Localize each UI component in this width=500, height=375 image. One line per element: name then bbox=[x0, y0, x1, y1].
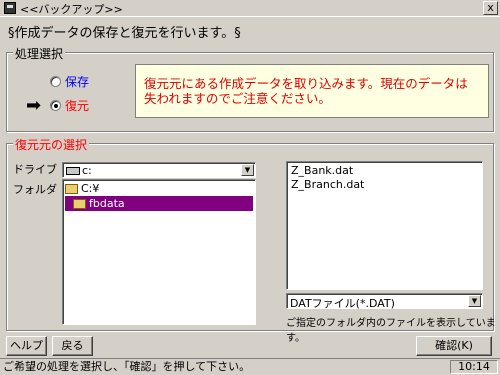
backup-window: <<バックアップ>> x §作成データの保存と復元を行います。§ 処理選択 保存… bbox=[0, 0, 500, 375]
status-message: ご希望の処理を選択し、「確認」を押して下さい。 bbox=[3, 360, 251, 373]
file-item[interactable]: Z_Branch.dat bbox=[291, 178, 364, 192]
title-bar: <<バックアップ>> x bbox=[0, 0, 500, 17]
app-icon bbox=[4, 2, 16, 14]
radio-save[interactable]: 保存 bbox=[50, 73, 89, 90]
radio-restore[interactable]: 復元 bbox=[50, 97, 89, 114]
radio-restore-circle[interactable] bbox=[50, 100, 61, 111]
process-group-title: 処理選択 bbox=[13, 45, 66, 62]
close-button[interactable]: x bbox=[483, 1, 498, 15]
folder-open-icon bbox=[73, 199, 86, 209]
status-time: 10:14 bbox=[450, 360, 498, 374]
window-title: <<バックアップ>> bbox=[20, 3, 123, 16]
folder-item-label: fbdata bbox=[89, 197, 125, 210]
chevron-down-icon[interactable]: ▼ bbox=[241, 164, 254, 176]
filetype-value: DATファイル(*.DAT) bbox=[290, 297, 395, 310]
restore-group-title: 復元元の選択 bbox=[13, 136, 90, 153]
file-list[interactable]: Z_Bank.dat Z_Branch.dat bbox=[286, 161, 483, 290]
chevron-down-icon[interactable]: ▼ bbox=[468, 295, 481, 307]
confirm-button[interactable]: 確認(K) bbox=[416, 336, 492, 356]
drive-select[interactable]: c: ▼ bbox=[62, 162, 256, 178]
drive-label: ドライブ bbox=[13, 163, 57, 176]
status-bar: ご希望の処理を選択し、「確認」を押して下さい。 10:14 bbox=[0, 358, 500, 375]
arrow-right-icon: ➡ bbox=[26, 95, 42, 116]
file-item[interactable]: Z_Bank.dat bbox=[291, 164, 353, 178]
folder-item-label: C:¥ bbox=[81, 182, 100, 195]
drive-value: c: bbox=[82, 164, 92, 177]
radio-save-label: 保存 bbox=[65, 75, 90, 89]
radio-save-circle[interactable] bbox=[50, 76, 61, 87]
folder-tree[interactable]: C:¥ fbdata bbox=[62, 179, 256, 325]
drive-select-value: c: bbox=[66, 164, 92, 177]
folder-item-selected[interactable]: fbdata bbox=[65, 196, 253, 211]
radio-restore-label: 復元 bbox=[65, 99, 90, 113]
back-button[interactable]: 戻る bbox=[52, 336, 93, 356]
folder-label: フォルダ bbox=[13, 183, 57, 196]
header-description: §作成データの保存と復元を行います。§ bbox=[8, 26, 241, 41]
info-message: 復元元にある作成データを取り込みます。現在のデータは失われますのでご注意ください… bbox=[135, 64, 489, 118]
help-button[interactable]: ヘルプ bbox=[6, 336, 47, 356]
drive-icon bbox=[66, 167, 80, 175]
filetype-select[interactable]: DATファイル(*.DAT) ▼ bbox=[286, 293, 483, 310]
folder-open-icon bbox=[65, 184, 78, 194]
folder-item[interactable]: C:¥ bbox=[65, 181, 253, 196]
